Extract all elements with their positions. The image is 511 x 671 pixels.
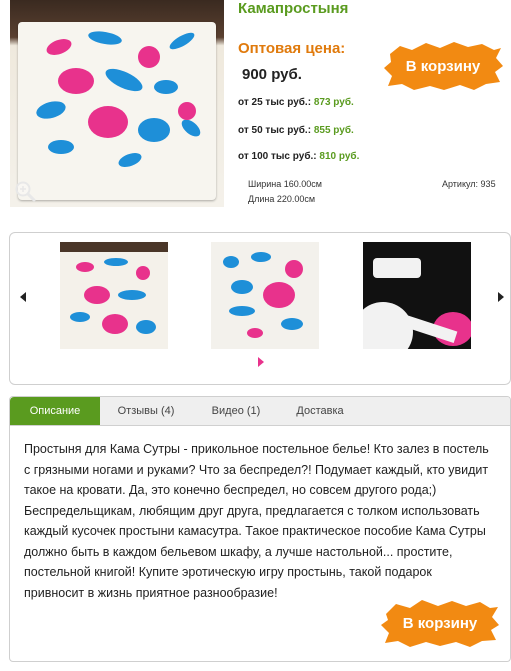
add-to-cart-button-bottom[interactable]: В корзину — [380, 598, 500, 648]
price-tier-label: от 50 тыс руб.: — [238, 125, 312, 136]
thumbnail[interactable] — [211, 242, 319, 349]
sheet-print — [18, 22, 216, 200]
price-value: 900 руб. — [242, 66, 302, 83]
price-tier-price: 855 руб. — [313, 125, 354, 136]
price-tier: от 50 тыс руб.: 855 руб. — [238, 125, 354, 136]
thumbnail-gallery — [9, 232, 511, 385]
tab-delivery[interactable]: Доставка — [286, 397, 354, 425]
thumbnail[interactable] — [363, 242, 471, 349]
price-tier-price: 873 руб. — [313, 97, 354, 108]
arrow-left-icon[interactable] — [18, 290, 28, 304]
tab-description[interactable]: Описание — [10, 397, 100, 425]
zoom-icon[interactable] — [14, 180, 36, 202]
product-title: Камапростыня — [238, 0, 349, 17]
tab-video[interactable]: Видео (1) — [196, 397, 276, 425]
spec-article: Артикул: 935 — [442, 179, 496, 189]
price-tier-label: от 25 тыс руб.: — [238, 97, 312, 108]
spec-width: Ширина 160.00см — [248, 179, 322, 189]
spec-length: Длина 220.00см — [248, 194, 316, 204]
price-tier: от 25 тыс руб.: 873 руб. — [238, 97, 354, 108]
pager-arrow-icon[interactable] — [257, 357, 265, 367]
add-to-cart-label: В корзину — [405, 57, 481, 75]
product-description: Простыня для Кама Сутры - прикольное пос… — [24, 442, 489, 600]
arrow-right-icon[interactable] — [496, 290, 506, 304]
wholesale-price-label: Оптовая цена: — [238, 40, 346, 57]
tab-reviews[interactable]: Отзывы (4) — [106, 397, 186, 425]
product-main-image[interactable] — [10, 0, 224, 207]
price-tier-label: от 100 тыс руб.: — [238, 151, 317, 162]
price-tier-price: 810 руб. — [319, 151, 360, 162]
price-tier: от 100 тыс руб.: 810 руб. — [238, 151, 359, 162]
tab-bar: Описание Отзывы (4) Видео (1) Доставка — [10, 397, 510, 426]
add-to-cart-button[interactable]: В корзину — [382, 40, 504, 92]
add-to-cart-label: В корзину — [402, 614, 478, 632]
thumbnail[interactable] — [60, 242, 168, 349]
